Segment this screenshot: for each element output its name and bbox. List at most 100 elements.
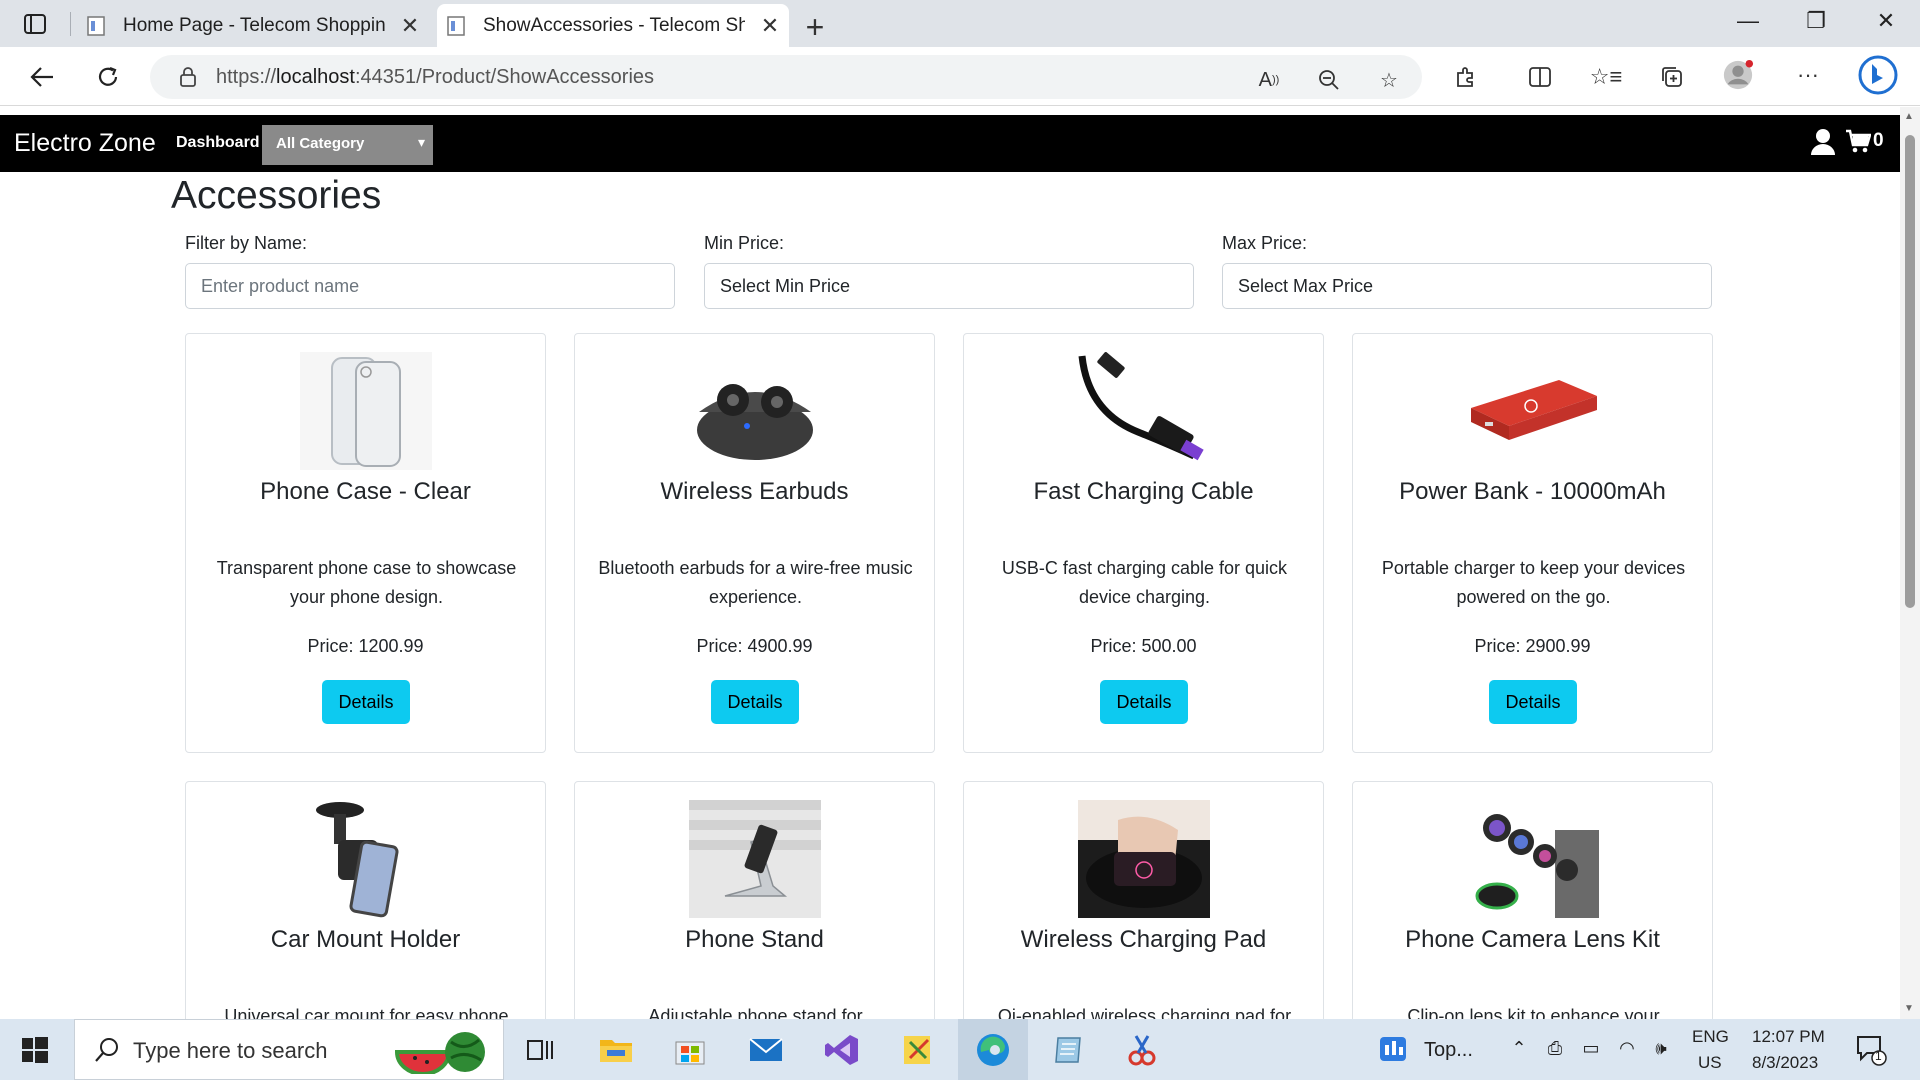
sticky-tools-icon[interactable] [900, 1032, 936, 1068]
zoom-icon[interactable] [1314, 65, 1344, 95]
windows-start-icon[interactable] [22, 1037, 48, 1063]
restore-icon[interactable]: ❐ [1796, 8, 1836, 34]
details-button[interactable]: Details [711, 680, 799, 724]
category-selected-value: All Category [276, 135, 365, 152]
input-language[interactable]: ENG [1692, 1027, 1729, 1047]
bing-chat-icon[interactable] [1858, 55, 1898, 95]
clock-time[interactable]: 12:07 PM [1752, 1027, 1825, 1047]
snipping-tool-icon[interactable] [1124, 1032, 1160, 1068]
widgets-icon[interactable] [1378, 1035, 1408, 1063]
battery-icon[interactable]: ▭ [1580, 1038, 1602, 1060]
product-card: Phone Stand Adjustable phone stand for [574, 781, 935, 1019]
cart-count: 0 [1873, 130, 1884, 151]
user-icon[interactable] [1810, 128, 1836, 156]
product-description: Qi-enabled wireless charging pad for [997, 1006, 1292, 1019]
notification-center-icon[interactable] [1855, 1033, 1887, 1067]
min-price-select[interactable]: Select Min Price [704, 263, 1194, 309]
charging-pad-image [1078, 800, 1210, 918]
phone-stand-image [689, 800, 821, 918]
name-filter-label: Filter by Name: [185, 233, 308, 253]
details-button[interactable]: Details [1489, 680, 1577, 724]
tab-title: Home Page - Telecom Shopping [123, 14, 385, 36]
details-button[interactable]: Details [1100, 680, 1188, 724]
taskbar-search-placeholder: Type here to search [133, 1038, 328, 1063]
url-field[interactable]: https://localhost:44351/Product/ShowAcce… [150, 55, 1422, 99]
category-select[interactable]: All Category ▾ [262, 125, 433, 165]
page-scrollbar[interactable]: ▲ ▼ [1900, 107, 1920, 1019]
details-button[interactable]: Details [322, 680, 410, 724]
brand-logo[interactable]: Electro Zone [14, 129, 156, 158]
show-hidden-icons-chevron[interactable]: ⌃ [1508, 1038, 1530, 1060]
file-explorer-icon[interactable] [598, 1032, 634, 1068]
page-title: Accessories [171, 174, 382, 217]
product-description: Portable charger to keep your devices po… [1381, 558, 1686, 607]
wifi-icon[interactable]: ◠ [1616, 1038, 1638, 1060]
split-screen-icon[interactable] [1524, 61, 1556, 93]
favorite-star-icon[interactable]: ☆ [1374, 65, 1404, 95]
cart-icon[interactable] [1845, 129, 1871, 153]
product-name: Phone Case - Clear [260, 478, 471, 505]
back-icon[interactable] [24, 59, 60, 95]
tab-actions-icon[interactable] [18, 10, 52, 38]
mail-icon[interactable] [748, 1032, 784, 1068]
refresh-icon[interactable] [90, 59, 126, 95]
product-name: Phone Stand [685, 926, 824, 953]
site-navbar: Electro Zone Dashboard All Category ▾ 0 [0, 115, 1900, 172]
profile-avatar-icon[interactable] [1722, 59, 1754, 91]
usb-cable-image [1078, 352, 1210, 470]
edge-browser-icon[interactable] [975, 1032, 1011, 1068]
favorites-icon[interactable]: ☆≡ [1590, 61, 1623, 93]
car-mount-image [300, 800, 432, 918]
tab-show-accessories[interactable]: ShowAccessories - Telecom Shopping ✕ [437, 4, 789, 47]
more-options-icon[interactable]: ··· [1792, 59, 1824, 91]
visual-studio-icon[interactable] [824, 1032, 860, 1068]
name-filter: Filter by Name: Enter product name [185, 233, 675, 309]
product-price: Price: 1200.99 [307, 636, 424, 656]
windows-taskbar: Type here to search Top... ⌃ ⎙ ▭ ◠ 🕪 ENG… [0, 1019, 1920, 1080]
close-window-icon[interactable]: ✕ [1866, 8, 1906, 34]
scroll-up-icon[interactable]: ▲ [1904, 111, 1914, 122]
nav-dashboard-link[interactable]: Dashboard [176, 134, 260, 152]
tab-close-icon[interactable]: ✕ [759, 13, 781, 39]
product-description: Transparent phone case to showcase your … [216, 558, 517, 607]
collections-icon[interactable] [1656, 61, 1688, 93]
scrollbar-thumb[interactable] [1905, 135, 1915, 608]
tab-home-page[interactable]: Home Page - Telecom Shopping ✕ [85, 4, 428, 47]
task-view-icon[interactable] [522, 1032, 558, 1068]
power-bank-image [1467, 352, 1599, 470]
notification-count: 1 [1875, 1049, 1882, 1063]
product-description: Adjustable phone stand for [648, 1006, 863, 1019]
tab-title: ShowAccessories - Telecom Shopping [483, 14, 745, 36]
url-text: https://localhost:44351/Product/ShowAcce… [216, 65, 655, 88]
product-price: Price: 2900.99 [1474, 636, 1591, 656]
widgets-text[interactable]: Top... [1424, 1039, 1473, 1062]
product-card: Power Bank - 10000mAh Portable charger t… [1352, 333, 1713, 753]
input-region: US [1698, 1053, 1722, 1072]
meet-now-icon[interactable]: ⎙ [1544, 1038, 1566, 1060]
product-description: Universal car mount for easy phone [224, 1006, 509, 1019]
page-favicon-icon [87, 15, 105, 36]
max-price-filter: Max Price: Select Max Price [1222, 233, 1712, 309]
product-description: USB-C fast charging cable for quick devi… [1001, 558, 1288, 607]
notepad-icon[interactable] [1050, 1032, 1086, 1068]
tab-close-icon[interactable]: ✕ [399, 13, 421, 39]
new-tab-button[interactable]: + [800, 9, 830, 46]
minimize-icon[interactable]: — [1728, 8, 1768, 34]
browser-tab-bar: Home Page - Telecom Shopping ✕ ShowAcces… [0, 0, 1920, 47]
clock-date[interactable]: 8/3/2023 [1752, 1053, 1818, 1073]
product-name: Car Mount Holder [270, 926, 461, 953]
read-aloud-icon[interactable]: A)) [1254, 65, 1284, 95]
lens-kit-image [1467, 800, 1599, 918]
microsoft-store-icon[interactable] [672, 1032, 708, 1068]
extensions-icon[interactable] [1450, 61, 1482, 93]
product-name: Wireless Charging Pad [1020, 926, 1267, 953]
volume-icon[interactable]: 🕪 [1650, 1038, 1672, 1060]
scroll-down-icon[interactable]: ▼ [1904, 1003, 1914, 1014]
product-card: Car Mount Holder Universal car mount for… [185, 781, 546, 1019]
name-filter-input[interactable]: Enter product name [185, 263, 675, 309]
product-name: Wireless Earbuds [660, 478, 849, 505]
product-card: Phone Camera Lens Kit Clip-on lens kit t… [1352, 781, 1713, 1019]
taskbar-search-box[interactable]: Type here to search [74, 1019, 504, 1080]
max-price-select[interactable]: Select Max Price [1222, 263, 1712, 309]
product-card: Phone Case - Clear Transparent phone cas… [185, 333, 546, 753]
